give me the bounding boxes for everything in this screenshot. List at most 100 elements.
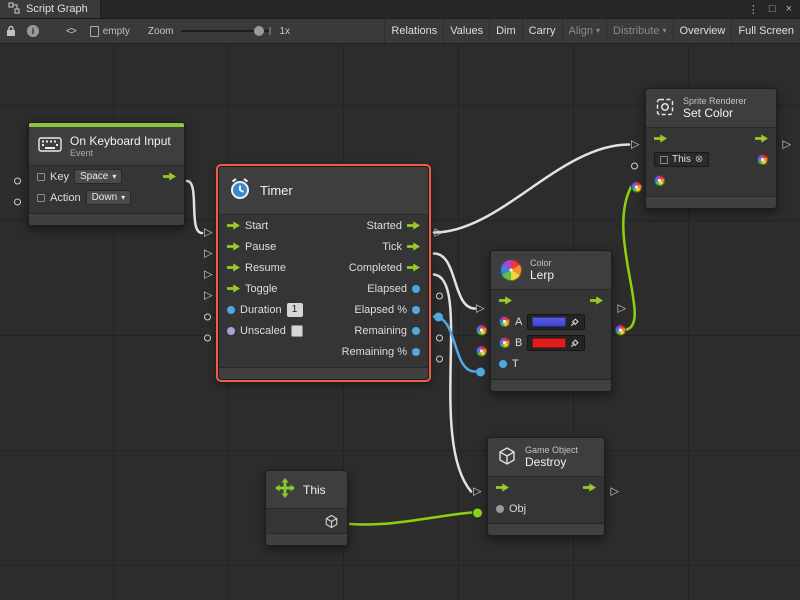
zoom-slider[interactable] (181, 30, 271, 32)
start-ext-port[interactable]: ▷ (204, 228, 212, 239)
clear-target-icon[interactable]: ⊗ (695, 154, 703, 165)
window-maximize-icon[interactable]: □ (769, 3, 776, 16)
elapsed-ext-port[interactable] (436, 293, 443, 300)
resume-flow-in[interactable] (227, 262, 240, 273)
node-color-lerp[interactable]: Color Lerp A B T ▷ ▷ (490, 250, 612, 392)
wire-this-to-destroy-obj[interactable] (350, 513, 471, 525)
wire-timer-tick-to-lerp[interactable] (434, 254, 475, 309)
flow-out-ext-port[interactable]: ▷ (783, 140, 791, 151)
window-close-icon[interactable]: × (786, 3, 792, 16)
flow-out-port[interactable] (583, 482, 596, 493)
unscaled-value-in[interactable] (227, 327, 235, 335)
a-ext-port[interactable] (476, 325, 487, 336)
node-footer (488, 523, 604, 535)
node-title: Lerp (530, 268, 554, 282)
info-icon[interactable]: i (22, 19, 44, 43)
completed-flow-out[interactable] (407, 262, 420, 273)
window-menu-icon[interactable]: ⋮ (748, 3, 759, 16)
overview-button[interactable]: Overview (673, 19, 732, 43)
remaining-pct-value-out[interactable] (412, 348, 420, 356)
t-ext-port[interactable] (476, 368, 485, 377)
tick-flow-out[interactable] (407, 241, 420, 252)
color-a-field[interactable] (527, 314, 585, 330)
elapsed-pct-value-out[interactable] (412, 306, 420, 314)
started-ext-port[interactable]: ▷ (435, 228, 443, 239)
target-object-field[interactable]: This⊗ (654, 152, 709, 167)
color-ext-port[interactable] (631, 182, 642, 193)
duration-input[interactable]: 1 (287, 303, 303, 317)
wire-timer-started-to-setcolor[interactable] (434, 145, 629, 233)
remaining-value-out[interactable] (412, 327, 420, 335)
wire-timer-elapsedpct-to-lerp-t[interactable] (434, 317, 475, 372)
node-destroy[interactable]: Game Object Destroy Obj ▷ ▷ (487, 437, 605, 536)
key-dropdown[interactable]: Space▾ (74, 169, 122, 184)
toggle-flow-in[interactable] (227, 283, 240, 294)
eyedropper-icon[interactable] (570, 317, 580, 327)
color-port-icon[interactable] (499, 337, 510, 348)
self-out-port[interactable] (324, 514, 339, 529)
flow-out-ext-port[interactable]: ▷ (611, 487, 619, 498)
flow-in-ext-port[interactable]: ▷ (631, 140, 639, 151)
wire-timer-completed-to-destroy[interactable] (434, 275, 471, 492)
pause-flow-in[interactable] (227, 241, 240, 252)
elapsed-value-out[interactable] (412, 285, 420, 293)
color-in-port-icon[interactable] (654, 175, 665, 186)
node-this[interactable]: This (265, 470, 348, 546)
node-timer[interactable]: Timer StartStarted PauseTick ResumeCompl… (218, 166, 429, 380)
color-port-icon[interactable] (499, 316, 510, 327)
started-flow-out[interactable] (407, 220, 420, 231)
color-port-icon[interactable] (757, 154, 768, 165)
flow-out-port[interactable] (163, 171, 176, 182)
node-type: Game Object (525, 445, 578, 455)
target-ext-port[interactable] (631, 163, 638, 170)
resume-ext-port[interactable]: ▷ (204, 270, 212, 281)
flow-in-port[interactable] (496, 482, 509, 493)
distribute-button[interactable]: Distribute▾ (606, 19, 672, 43)
obj-ext-port[interactable] (473, 509, 482, 518)
key-value-in-port[interactable] (14, 178, 21, 185)
carry-button[interactable]: Carry (522, 19, 562, 43)
fullscreen-button[interactable]: Full Screen (731, 19, 800, 43)
duration-ext-port[interactable] (204, 314, 211, 321)
values-button[interactable]: Values (443, 19, 489, 43)
lock-icon[interactable] (0, 19, 22, 43)
elapsed-pct-ext-port[interactable] (434, 313, 443, 322)
remaining-ext-port[interactable] (436, 335, 443, 342)
unscaled-checkbox[interactable] (291, 325, 303, 337)
align-button[interactable]: Align▾ (562, 19, 606, 43)
relations-button[interactable]: Relations (384, 19, 443, 43)
b-ext-port[interactable] (476, 346, 487, 357)
tab-script-graph[interactable]: Script Graph (0, 0, 101, 18)
color-b-field[interactable] (527, 335, 585, 351)
flow-in-ext-port[interactable]: ▷ (476, 304, 484, 315)
duration-value-in[interactable] (227, 306, 235, 314)
result-ext-port[interactable] (615, 325, 626, 336)
flow-in-ext-port[interactable]: ▷ (473, 487, 481, 498)
flow-out-port[interactable] (755, 133, 768, 144)
action-value-in-port[interactable] (14, 199, 21, 206)
script-graph-icon (8, 2, 20, 17)
wire-keyboard-to-timer-start[interactable] (187, 181, 202, 233)
start-flow-in[interactable] (227, 220, 240, 231)
eyedropper-icon[interactable] (570, 338, 580, 348)
unscaled-ext-port[interactable] (204, 335, 211, 342)
zoom-slider-handle[interactable] (254, 26, 264, 36)
action-dropdown[interactable]: Down▾ (86, 190, 132, 205)
code-view-icon[interactable]: <> (66, 26, 76, 37)
t-value-in[interactable] (499, 360, 507, 368)
color-b-swatch[interactable] (532, 338, 566, 348)
color-a-swatch[interactable] (532, 317, 566, 327)
node-footer (266, 533, 347, 545)
flow-in-port[interactable] (499, 295, 512, 306)
obj-value-in[interactable] (496, 505, 504, 513)
node-on-keyboard-input[interactable]: On Keyboard Input Event Key Space▾ Actio… (28, 122, 185, 226)
pause-ext-port[interactable]: ▷ (204, 249, 212, 260)
remaining-pct-ext-port[interactable] (436, 356, 443, 363)
flow-out-ext-port[interactable]: ▷ (618, 304, 626, 315)
node-set-color[interactable]: Sprite Renderer Set Color This⊗ ▷ ▷ (645, 88, 777, 209)
graph-canvas[interactable]: On Keyboard Input Event Key Space▾ Actio… (0, 44, 800, 600)
flow-out-port[interactable] (590, 295, 603, 306)
flow-in-port[interactable] (654, 133, 667, 144)
toggle-ext-port[interactable]: ▷ (204, 291, 212, 302)
dim-button[interactable]: Dim (489, 19, 522, 43)
